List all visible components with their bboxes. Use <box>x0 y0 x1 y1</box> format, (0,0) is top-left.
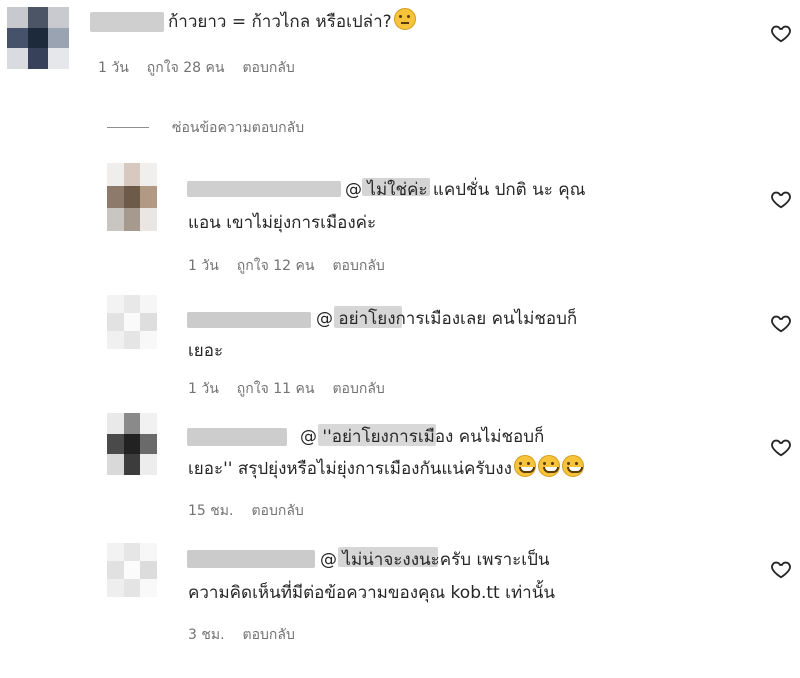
like-count[interactable]: ถูกใจ 12 คน <box>237 255 315 277</box>
reply-time: 3 ชม. <box>188 627 225 643</box>
heart-outline-icon[interactable] <box>770 558 792 580</box>
comment-time: 1 วัน <box>98 60 129 76</box>
grinning-sweat-icon <box>537 455 560 477</box>
comment-text: ก้าวยาว = ก้าวไกล หรือเปล่า? <box>168 7 416 37</box>
reply-button[interactable]: ตอบกลับ <box>251 500 303 522</box>
reply-text-line-1: @ ไม่ใช่ค่ะ แคปชั่น ปกติ นะ คุณ <box>345 180 586 200</box>
username-blurred[interactable] <box>90 12 164 32</box>
reply-text-line-1: @ ''อย่าโยงการเมือง คนไม่ชอบก็ <box>300 427 545 447</box>
reply-meta: 1 วัน ถูกใจ 11 คน ตอบกลับ <box>188 378 385 400</box>
avatar[interactable] <box>107 163 157 231</box>
reply-meta: 1 วัน ถูกใจ 12 คน ตอบกลับ <box>188 255 385 277</box>
grinning-sweat-icon <box>561 455 584 477</box>
reply-meta: 3 ชม. ตอบกลับ <box>188 624 295 646</box>
heart-outline-icon[interactable] <box>770 22 792 44</box>
reply-text-line-2: เยอะ'' สรุปยุ่งหรือไม่ยุ่งการเมืองกันแน่… <box>188 454 584 484</box>
heart-outline-icon[interactable] <box>770 312 792 334</box>
thinking-face-icon <box>393 8 416 30</box>
heart-outline-icon[interactable] <box>770 188 792 210</box>
reply-time: 1 วัน <box>188 381 219 397</box>
reply-button[interactable]: ตอบกลับ <box>332 378 384 400</box>
avatar[interactable] <box>7 7 69 69</box>
reply-time: 1 วัน <box>188 258 219 274</box>
reply-text-line-1: @ ไม่น่าจะงงนะครับ เพราะเป็น <box>320 550 550 570</box>
reply-text-line-2: แอน เขาไม่ยุ่งการเมืองค่ะ <box>188 213 377 233</box>
comment-meta: 1 วัน ถูกใจ 28 คน ตอบกลับ <box>98 57 295 79</box>
avatar[interactable] <box>107 413 157 475</box>
avatar[interactable] <box>107 295 157 349</box>
username-blurred[interactable] <box>187 428 287 446</box>
reply-button[interactable]: ตอบกลับ <box>243 624 295 646</box>
like-count[interactable]: ถูกใจ 28 คน <box>147 57 225 79</box>
like-count[interactable]: ถูกใจ 11 คน <box>237 378 315 400</box>
reply-time: 15 ชม. <box>188 503 234 519</box>
reply-meta: 15 ชม. ตอบกลับ <box>188 500 304 522</box>
reply-text-line-2: ความคิดเห็นที่มีต่อข้อความของคุณ kob.tt … <box>188 583 555 603</box>
heart-outline-icon[interactable] <box>770 436 792 458</box>
hide-replies-line <box>107 127 149 128</box>
avatar[interactable] <box>107 543 157 597</box>
username-blurred[interactable] <box>187 181 341 197</box>
username-blurred[interactable] <box>187 312 311 328</box>
reply-text-line-1: @ อย่าโยงการเมืองเลย คนไม่ชอบก็ <box>316 309 578 329</box>
hide-replies-button[interactable]: ซ่อนข้อความตอบกลับ <box>172 117 304 139</box>
username-blurred[interactable] <box>187 550 315 568</box>
reply-button[interactable]: ตอบกลับ <box>332 255 384 277</box>
reply-button[interactable]: ตอบกลับ <box>242 57 294 79</box>
reply-text-line-2: เยอะ <box>188 341 224 361</box>
grinning-sweat-icon <box>513 455 536 477</box>
